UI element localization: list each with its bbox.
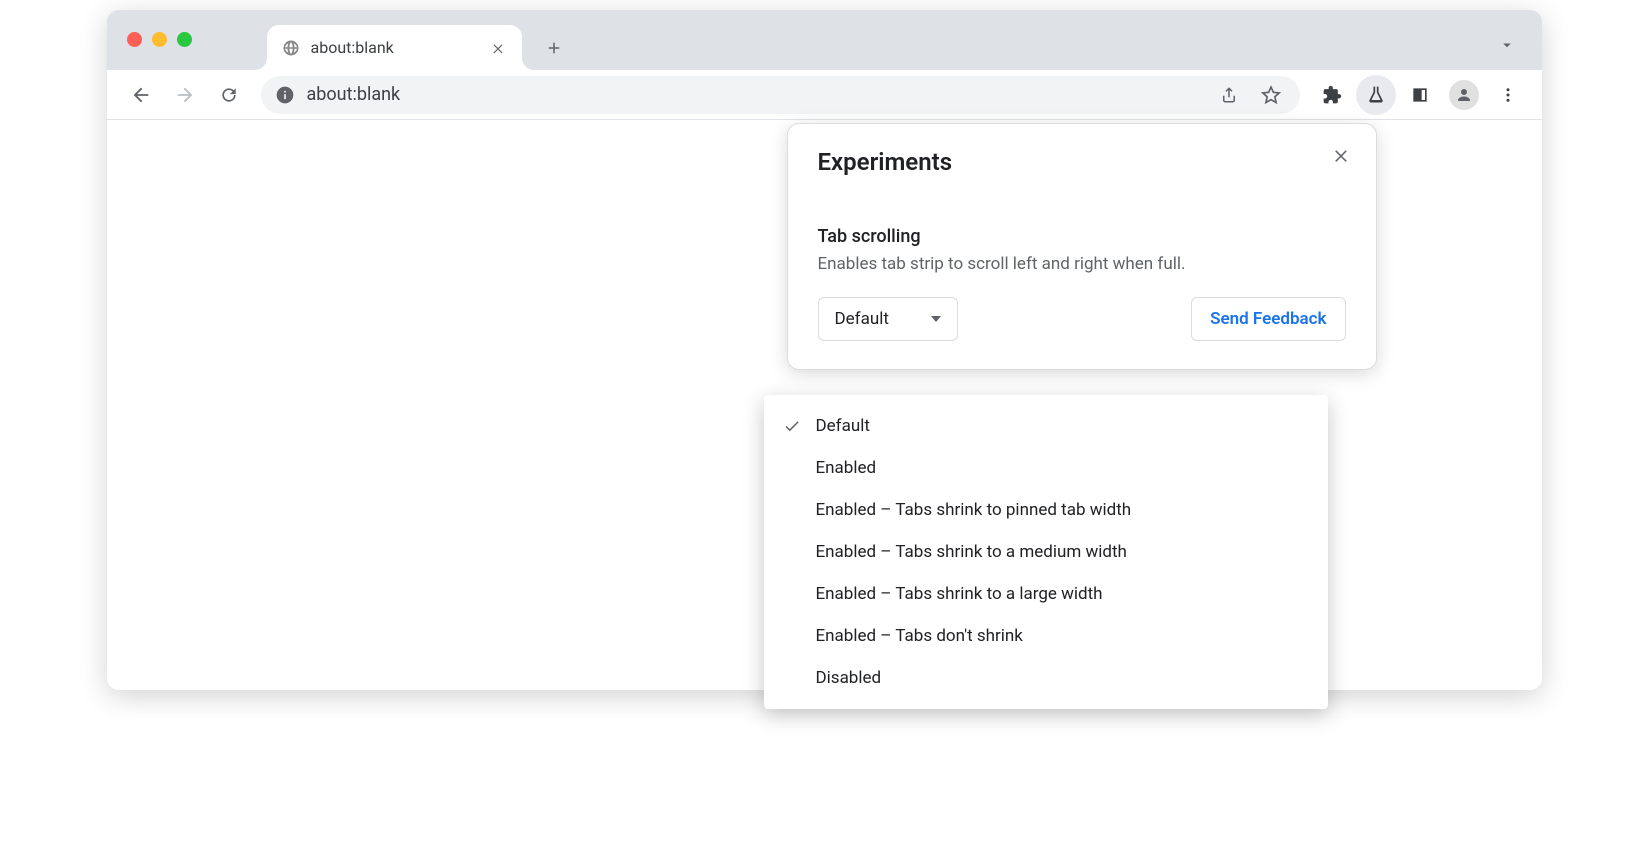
experiment-select[interactable]: Default <box>818 297 958 341</box>
share-icon[interactable] <box>1214 80 1244 110</box>
popup-title: Experiments <box>818 148 953 176</box>
close-window-button[interactable] <box>127 32 142 47</box>
side-panel-button[interactable] <box>1400 75 1440 115</box>
dropdown-option-label: Disabled <box>816 668 882 688</box>
dropdown-option[interactable]: Disabled <box>764 657 1328 699</box>
close-tab-button[interactable] <box>488 38 508 58</box>
address-bar[interactable]: about:blank <box>261 76 1300 114</box>
select-value: Default <box>835 309 889 329</box>
dropdown-option-label: Enabled <box>816 458 877 478</box>
dropdown-option-label: Enabled – Tabs don't shrink <box>816 626 1023 646</box>
tab-active[interactable]: about:blank <box>267 25 522 70</box>
experiment-label: Tab scrolling <box>818 226 1346 247</box>
extensions-button[interactable] <box>1312 75 1352 115</box>
site-info-icon[interactable] <box>275 85 295 105</box>
reload-button[interactable] <box>209 75 249 115</box>
new-tab-button[interactable] <box>536 30 572 66</box>
dropdown-option[interactable]: Enabled – Tabs don't shrink <box>764 615 1328 657</box>
tab-search-button[interactable] <box>1490 28 1524 62</box>
experiments-flask-button[interactable] <box>1356 75 1396 115</box>
url-text: about:blank <box>307 84 1202 105</box>
tab-title: about:blank <box>311 38 478 57</box>
toolbar: about:blank <box>107 70 1542 120</box>
window-controls <box>127 32 192 47</box>
feedback-label: Send Feedback <box>1210 309 1326 329</box>
tab-strip: about:blank <box>107 10 1542 70</box>
dropdown-option[interactable]: Default <box>764 405 1328 447</box>
dropdown-option-label: Enabled – Tabs shrink to a medium width <box>816 542 1127 562</box>
dropdown-option[interactable]: Enabled – Tabs shrink to a large width <box>764 573 1328 615</box>
tabs-container: about:blank <box>267 10 572 70</box>
forward-button[interactable] <box>165 75 205 115</box>
experiment-description: Enables tab strip to scroll left and rig… <box>818 253 1346 277</box>
popup-close-button[interactable] <box>1326 140 1356 170</box>
experiments-popup: Experiments Tab scrolling Enables tab st… <box>787 123 1377 370</box>
globe-icon <box>281 38 301 58</box>
maximize-window-button[interactable] <box>177 32 192 47</box>
dropdown-option[interactable]: Enabled – Tabs shrink to a medium width <box>764 531 1328 573</box>
dropdown-option-label: Enabled – Tabs shrink to pinned tab widt… <box>816 500 1132 520</box>
dropdown-option-label: Default <box>816 416 870 436</box>
dropdown-option[interactable]: Enabled <box>764 447 1328 489</box>
bookmark-star-icon[interactable] <box>1256 80 1286 110</box>
check-icon <box>780 417 804 435</box>
dropdown-option-label: Enabled – Tabs shrink to a large width <box>816 584 1103 604</box>
minimize-window-button[interactable] <box>152 32 167 47</box>
send-feedback-button[interactable]: Send Feedback <box>1191 297 1345 341</box>
menu-button[interactable] <box>1488 75 1528 115</box>
browser-window: about:blank about:blank <box>107 10 1542 690</box>
back-button[interactable] <box>121 75 161 115</box>
chevron-down-icon <box>931 316 941 322</box>
dropdown-option[interactable]: Enabled – Tabs shrink to pinned tab widt… <box>764 489 1328 531</box>
profile-button[interactable] <box>1444 75 1484 115</box>
select-dropdown: Default Enabled Enabled – Tabs shrink to p… <box>764 395 1328 709</box>
avatar <box>1449 80 1479 110</box>
